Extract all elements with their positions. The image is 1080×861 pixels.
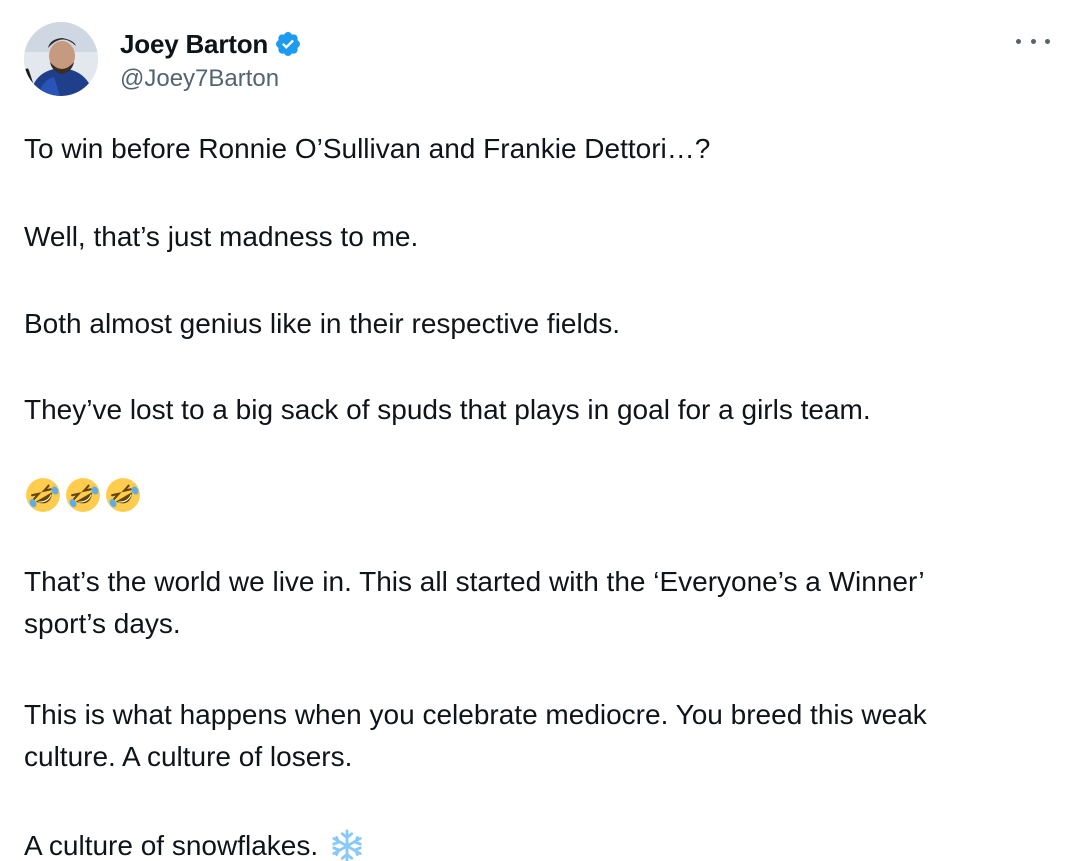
dot xyxy=(1045,38,1050,44)
paragraph-3: Both almost genius like in their respect… xyxy=(24,308,621,339)
paragraph-6-line-1: That’s the world we live in. This all st… xyxy=(24,566,925,597)
avatar[interactable] xyxy=(24,22,98,96)
rolling-on-floor-laughing-emoji xyxy=(24,476,62,514)
paragraph-8-text: A culture of snowflakes. xyxy=(24,830,319,861)
dot xyxy=(1030,38,1036,44)
paragraph-2: Well, that’s just madness to me. xyxy=(24,221,419,252)
dot xyxy=(1016,38,1021,44)
tweet-card: Joey Barton @Joey7Barton To win before R… xyxy=(0,0,1080,861)
display-name[interactable]: Joey Barton xyxy=(120,29,268,60)
name-row: Joey Barton xyxy=(120,25,302,63)
rolling-on-floor-laughing-emoji xyxy=(104,476,142,514)
emoji-row xyxy=(24,476,142,514)
rolling-on-floor-laughing-emoji xyxy=(64,476,102,514)
paragraph-7: This is what happens when you celebrate … xyxy=(24,694,927,778)
paragraph-4: They’ve lost to a big sack of spuds that… xyxy=(24,394,871,425)
avatar-image xyxy=(24,22,98,96)
author-handle[interactable]: @Joey7Barton xyxy=(120,65,302,93)
paragraph-6-line-2: sport’s days. xyxy=(24,608,181,639)
author-names: Joey Barton @Joey7Barton xyxy=(120,25,302,93)
verified-badge-icon xyxy=(274,30,302,58)
paragraph-6: That’s the world we live in. This all st… xyxy=(24,561,925,645)
paragraph-7-line-1: This is what happens when you celebrate … xyxy=(24,699,927,730)
snowflake-emoji xyxy=(330,829,364,861)
paragraph-7-line-2: culture. A culture of losers. xyxy=(24,741,353,772)
more-options-icon[interactable] xyxy=(1016,30,1050,52)
paragraph-8: A culture of snowflakes. xyxy=(24,825,364,861)
paragraph-1: To win before Ronnie O’Sullivan and Fran… xyxy=(24,133,711,164)
tweet-header: Joey Barton @Joey7Barton xyxy=(24,22,302,96)
